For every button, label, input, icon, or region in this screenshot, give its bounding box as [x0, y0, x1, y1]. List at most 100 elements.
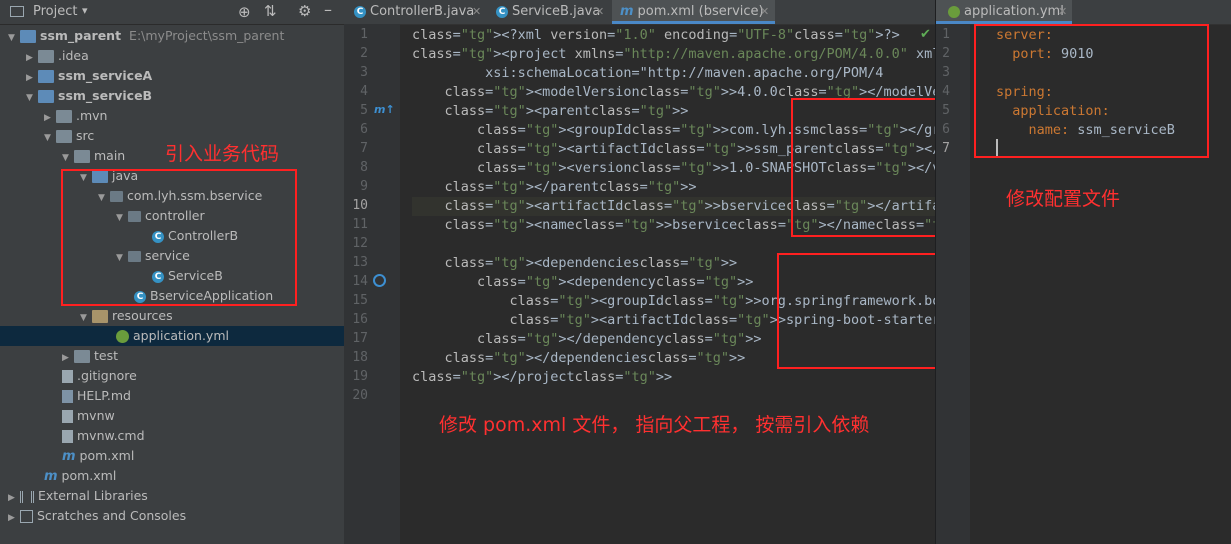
line-number: 16: [352, 312, 368, 327]
maven-icon: m: [620, 4, 634, 19]
chevron-right-icon: ▶: [8, 513, 15, 523]
tree-item-ssm-serviceb[interactable]: ▼ ssm_serviceB: [26, 86, 152, 106]
script-file-icon: [62, 410, 73, 423]
spring-icon: [948, 5, 960, 18]
tab-serviceb[interactable]: C ServiceB.java ✕: [486, 0, 610, 24]
run-marker-icon[interactable]: [373, 274, 386, 287]
minimize-icon[interactable]: –: [324, 0, 332, 19]
line-number: 5: [942, 103, 950, 118]
line-number: 13: [352, 255, 368, 270]
line-number: 3: [942, 65, 950, 80]
editor-tab-bar: C ControllerB.java ✕ C ServiceB.java ✕ m po…: [344, 0, 935, 25]
tree-item-pom-parent[interactable]: m pom.xml: [44, 466, 116, 486]
line-number: 17: [352, 331, 368, 346]
tab-application-yml[interactable]: application.yml ✕: [936, 0, 1072, 24]
folder-icon: [74, 150, 90, 163]
yml-editor: application.yml ✕ 1 server: 2 port: 9010 3 4…: [936, 0, 1231, 544]
line-number: 7: [942, 141, 950, 156]
line-number: 6: [360, 122, 368, 137]
close-icon[interactable]: ✕: [1058, 0, 1067, 24]
tree-item-pom-module[interactable]: m pom.xml: [62, 446, 134, 466]
tree-item-application-yml[interactable]: application.yml: [0, 326, 344, 346]
tree-item-main[interactable]: ▼ main: [62, 146, 125, 166]
code-line[interactable]: class="tg"><?xml version="1.0" encoding=…: [412, 26, 900, 45]
chevron-down-icon[interactable]: ▾: [82, 4, 88, 17]
annotation-import-code: 引入业务代码: [165, 143, 280, 165]
markdown-file-icon: [62, 390, 73, 403]
line-number: 3: [360, 65, 368, 80]
tree-item-gitignore[interactable]: .gitignore: [62, 366, 137, 386]
spring-icon: [116, 330, 129, 343]
tree-item-external-libraries[interactable]: ▶ External Libraries: [8, 486, 148, 506]
chevron-down-icon: ▼: [80, 313, 87, 323]
target-icon[interactable]: ⊕: [238, 3, 251, 21]
maven-icon: m: [44, 469, 58, 484]
code-line[interactable]: class="tg"><dependenciesclass="tg">>: [412, 254, 738, 273]
tree-item-ssm-parent[interactable]: ▼ ssm_parent E:\myProject\ssm_parent: [8, 26, 284, 46]
code-line[interactable]: class="tg"><dependencyclass="tg">>: [412, 273, 753, 292]
code-line[interactable]: class="tg"><parentclass="tg">>: [412, 102, 689, 121]
annotation-modify-config: 修改配置文件: [1006, 188, 1121, 210]
chevron-right-icon: ▶: [62, 353, 69, 363]
line-number: 12: [352, 236, 368, 251]
line-number: 14: [352, 274, 368, 289]
line-number: 7: [360, 141, 368, 156]
tree-item-idea[interactable]: ▶ .idea: [26, 46, 89, 66]
line-number: 9: [360, 179, 368, 194]
file-icon: [62, 370, 73, 383]
chevron-down-icon: ▼: [8, 33, 15, 43]
close-icon[interactable]: ✕: [595, 0, 604, 24]
line-number: 19: [352, 369, 368, 384]
tree-item-mvnw-cmd[interactable]: mvnw.cmd: [62, 426, 145, 446]
project-icon: [10, 6, 24, 17]
chevron-down-icon: ▼: [44, 133, 51, 143]
gear-icon[interactable]: ⚙: [298, 2, 311, 20]
tab-pom-xml[interactable]: m pom.xml (bservice) ✕: [612, 0, 775, 24]
code-line[interactable]: class="tg"></projectclass="tg">>: [412, 368, 672, 387]
tree-item-help-md[interactable]: HELP.md: [62, 386, 131, 406]
class-icon: C: [354, 5, 366, 18]
close-icon[interactable]: ✕: [760, 0, 769, 24]
script-file-icon: [62, 430, 73, 443]
chevron-down-icon: ▼: [26, 93, 33, 103]
maven-icon: m: [62, 449, 76, 464]
line-number: 4: [942, 84, 950, 99]
tree-item-mvnw[interactable]: mvnw: [62, 406, 115, 426]
project-panel: Project ▾ ⊕ ⇅ ⚙ – ▼ ssm_parent E:\myProje…: [0, 0, 344, 544]
line-number: 18: [352, 350, 368, 365]
chevron-right-icon: ▶: [44, 113, 51, 123]
scratches-icon: [20, 510, 33, 523]
line-number: 4: [360, 84, 368, 99]
folder-icon: [74, 350, 90, 363]
tree-item-src[interactable]: ▼ src: [44, 126, 94, 146]
code-line[interactable]: class="tg"></dependenciesclass="tg">>: [412, 349, 746, 368]
class-icon: C: [496, 5, 508, 18]
module-folder-icon: [38, 90, 54, 103]
close-icon[interactable]: ✕: [472, 0, 481, 24]
code-line[interactable]: xsi:schemaLocation="http://maven.apache.…: [412, 64, 883, 83]
annotation-box-code: [61, 169, 297, 306]
tab-controllerb[interactable]: C ControllerB.java ✕: [344, 0, 484, 24]
code-line[interactable]: class="tg"></dependencyclass="tg">>: [412, 330, 762, 349]
code-line[interactable]: class="tg"><project xmlns="http://maven.…: [412, 45, 973, 64]
project-view-selector[interactable]: Project: [33, 4, 77, 19]
line-number: 2: [360, 46, 368, 61]
tree-item-resources[interactable]: ▼ resources: [80, 306, 173, 326]
tree-item-mvn[interactable]: ▶ .mvn: [44, 106, 107, 126]
collapse-icon[interactable]: ⇅: [264, 2, 277, 20]
module-folder-icon: [20, 30, 36, 43]
override-marker-icon[interactable]: m↑: [374, 103, 395, 116]
yml-tab-bar: application.yml ✕: [936, 0, 1231, 25]
yml-line-gutter: [936, 24, 970, 544]
tree-item-test[interactable]: ▶ test: [62, 346, 118, 366]
tree-item-ssm-servicea[interactable]: ▶ ssm_serviceA: [26, 66, 152, 86]
pom-editor: C ControllerB.java ✕ C ServiceB.java ✕ m po…: [344, 0, 1231, 544]
line-number: 15: [352, 293, 368, 308]
line-number: 8: [360, 160, 368, 175]
folder-icon: [56, 110, 72, 123]
line-number: 6: [942, 122, 950, 137]
project-panel-header: Project ▾ ⊕ ⇅ ⚙ –: [0, 0, 344, 25]
tree-item-scratches[interactable]: ▶ Scratches and Consoles: [8, 506, 186, 526]
code-line[interactable]: class="tg"></parentclass="tg">>: [412, 178, 697, 197]
chevron-right-icon: ▶: [8, 493, 15, 503]
